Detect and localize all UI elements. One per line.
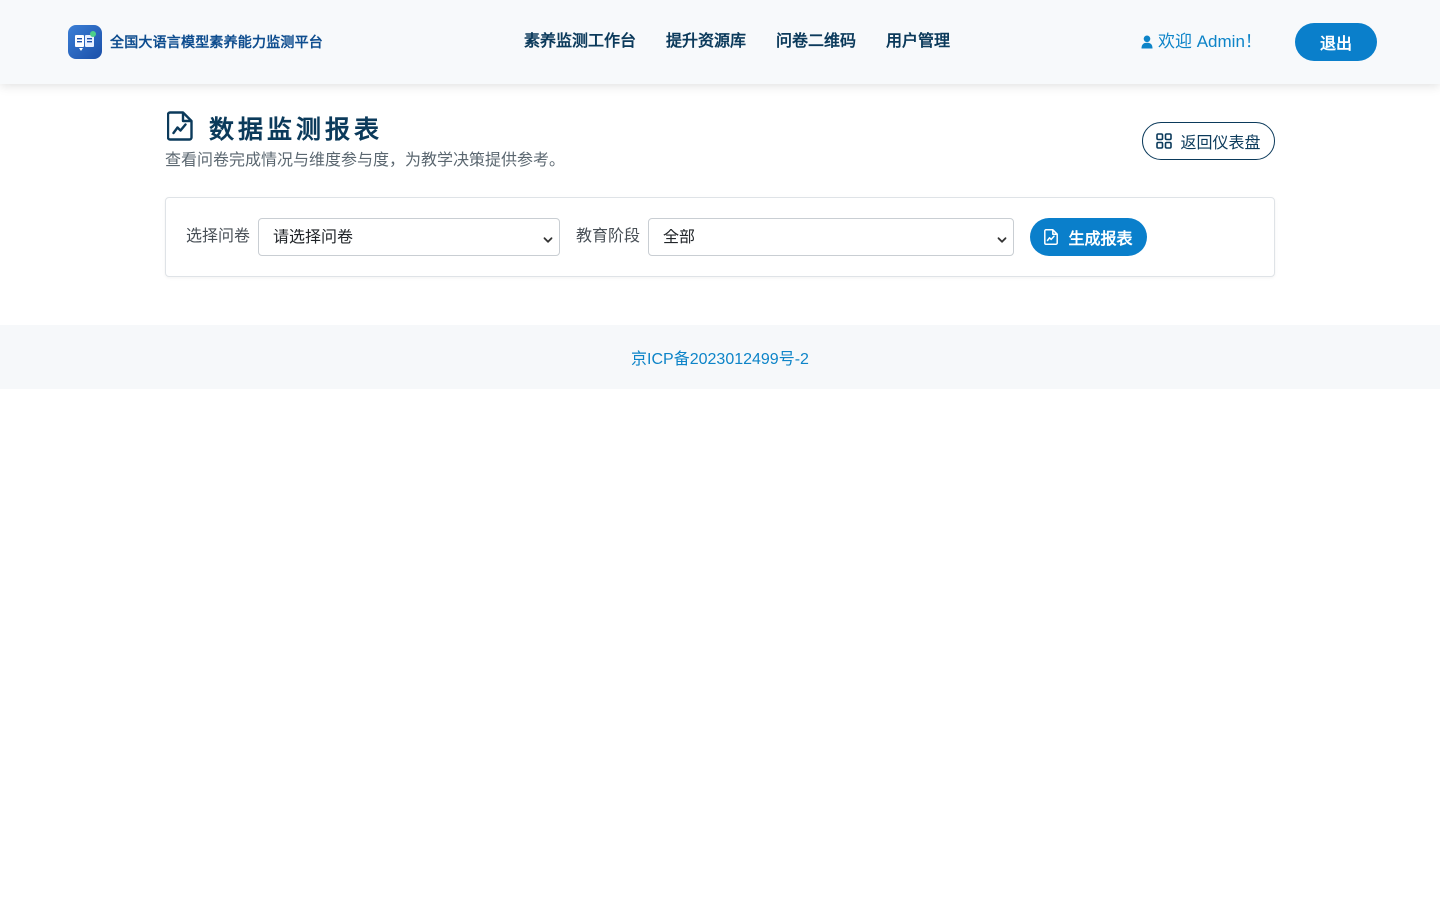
stage-select-label: 教育阶段 xyxy=(576,228,641,245)
brand[interactable]: 全国大语言模型素养能力监测平台 xyxy=(68,25,323,59)
welcome-text: 欢迎 Admin！ xyxy=(1158,32,1262,51)
main-nav: 素养监测工作台 提升资源库 问卷二维码 用户管理 xyxy=(524,30,980,54)
welcome-message: 欢迎 Admin！ xyxy=(1141,30,1262,54)
survey-select-label: 选择问卷 xyxy=(186,228,251,245)
nav-item-qrcode[interactable]: 问卷二维码 xyxy=(776,30,856,54)
brand-name: 全国大语言模型素养能力监测平台 xyxy=(110,34,323,50)
education-stage-select[interactable]: 全部 xyxy=(648,218,1014,256)
page-footer: 京ICP备2023012499号-2 xyxy=(0,325,1440,389)
page-subtitle: 查看问卷完成情况与维度参与度，为教学决策提供参考。 xyxy=(165,152,566,169)
education-stage-select-control[interactable]: 全部 xyxy=(649,219,1013,255)
nav-item-resources[interactable]: 提升资源库 xyxy=(666,30,746,54)
back-to-dashboard-button[interactable]: 返回仪表盘 xyxy=(1142,122,1275,160)
generate-button-label: 生成报表 xyxy=(1068,231,1133,248)
top-navbar: 全国大语言模型素养能力监测平台 素养监测工作台 提升资源库 问卷二维码 用户管理… xyxy=(0,0,1440,84)
survey-select-control[interactable]: 请选择问卷 xyxy=(259,219,559,255)
file-chart-icon xyxy=(166,110,193,146)
report-filter-card: 选择问卷 请选择问卷 教育阶段 全部 生成报表 xyxy=(165,197,1275,277)
logout-button[interactable]: 退出 xyxy=(1295,23,1377,61)
back-button-label: 返回仪表盘 xyxy=(1180,135,1261,152)
page-title: 数据监测报表 xyxy=(166,110,384,146)
icp-link[interactable]: 京ICP备2023012499号-2 xyxy=(631,345,809,369)
file-chart-icon xyxy=(1044,229,1059,245)
grid-icon xyxy=(1156,133,1173,149)
page-heading: 数据监测报表 xyxy=(209,115,384,144)
nav-item-users[interactable]: 用户管理 xyxy=(886,30,950,54)
survey-select[interactable]: 请选择问卷 xyxy=(258,218,560,256)
nav-item-workbench[interactable]: 素养监测工作台 xyxy=(524,30,636,54)
book-chat-logo-icon xyxy=(68,25,102,59)
generate-report-button[interactable]: 生成报表 xyxy=(1030,218,1147,256)
user-icon xyxy=(1141,35,1153,49)
